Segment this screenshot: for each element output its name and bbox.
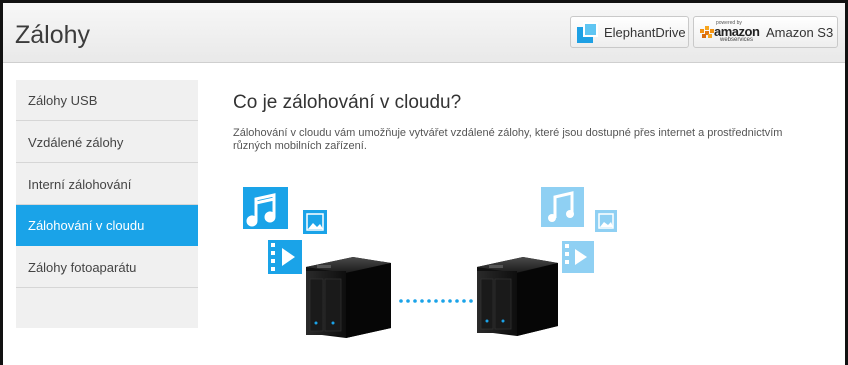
connection-dots (399, 299, 473, 303)
video-icon-faded (562, 241, 594, 273)
video-icon (268, 240, 302, 274)
nas-device-right (477, 257, 558, 336)
image-icon (303, 210, 327, 234)
music-icon (243, 187, 288, 229)
cloud-backup-illustration (243, 187, 617, 338)
app-frame: Zálohy ElephantDrive powered by amazon w… (0, 0, 848, 365)
music-icon-faded (541, 187, 584, 227)
image-icon-faded (595, 210, 617, 232)
nas-device-left (306, 257, 391, 338)
